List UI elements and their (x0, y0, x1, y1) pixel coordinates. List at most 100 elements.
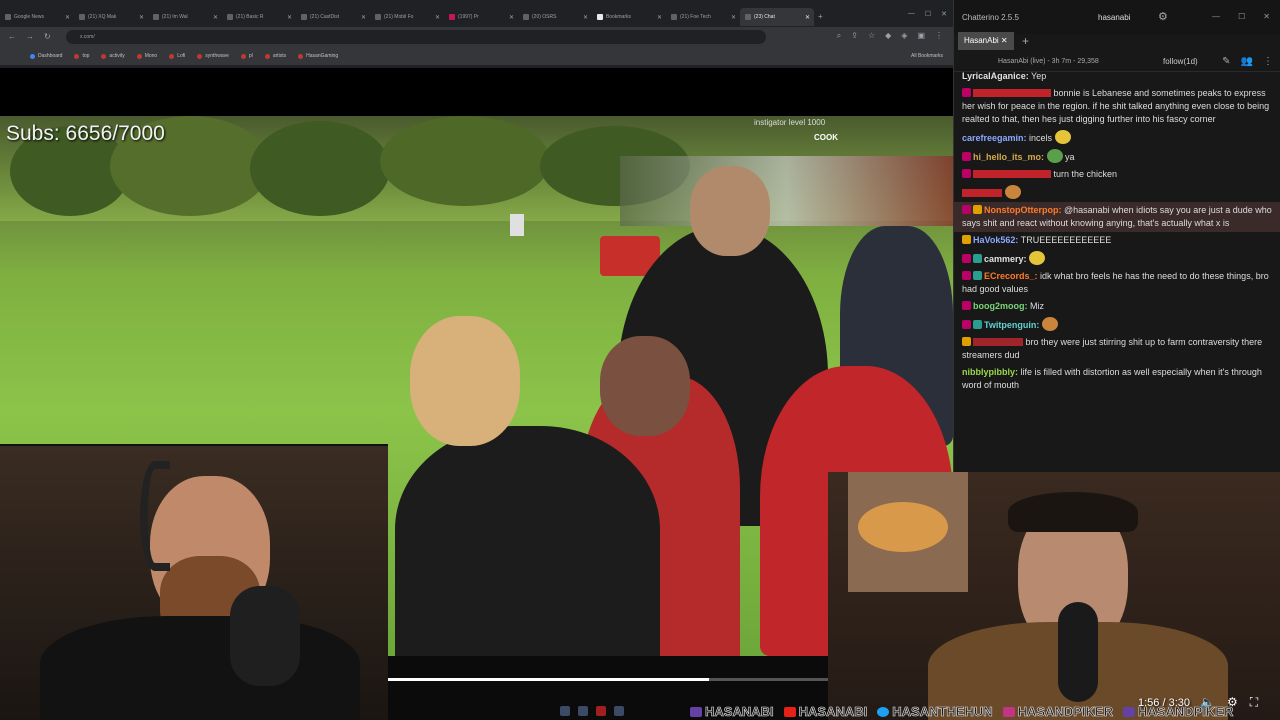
bookmark-item[interactable]: pl (240, 53, 253, 59)
settings-icon[interactable]: ⚙ (1227, 695, 1238, 710)
socials-overlay: HASANABI HASANABI HASANTHEHUN HASANDPIKE… (690, 703, 1280, 720)
chat-current-user[interactable]: hasanabi (1098, 13, 1130, 22)
chat-username[interactable] (962, 189, 1002, 197)
bookmark-item[interactable]: Dashboard (30, 53, 62, 59)
chat-username[interactable]: HaVok562: (973, 235, 1018, 245)
chat-username[interactable] (973, 89, 1051, 97)
browser-tab[interactable]: (20) OSRS ✕ (518, 8, 592, 26)
headphones-icon (140, 461, 170, 571)
volume-icon[interactable]: 🔈 (1200, 695, 1215, 710)
extension-icon[interactable]: ◆ (885, 31, 891, 41)
browser-tab[interactable]: Google News ✕ (0, 8, 74, 26)
close-icon[interactable]: ✕ (139, 14, 144, 21)
browser-tab-active[interactable]: (23) Chat ✕ (740, 8, 814, 26)
back-icon[interactable]: ← (8, 32, 16, 41)
taskbar-app-icon[interactable] (614, 706, 624, 716)
chat-username[interactable]: nibblypibbly: (962, 367, 1018, 377)
bookmark-item[interactable]: activity (101, 53, 125, 59)
chat-message: carefreegamin: incels (962, 128, 1275, 147)
chat-username[interactable]: hi_hello_its_mo: (973, 152, 1044, 162)
menu-icon[interactable]: ⋮ (935, 31, 943, 41)
close-icon[interactable]: ✕ (657, 14, 662, 21)
new-tab-button[interactable]: + (814, 8, 823, 26)
chat-username[interactable]: LyricalAganice: (962, 72, 1029, 81)
streamer-shirt (40, 616, 360, 720)
chat-username[interactable]: boog2moog: (973, 301, 1028, 311)
menu-icon[interactable]: ⋮ (1263, 56, 1273, 67)
close-icon[interactable]: ✕ (213, 14, 218, 21)
browser-tab[interactable]: (21) Foe Tech ✕ (666, 8, 740, 26)
star-icon[interactable]: ☆ (868, 31, 875, 41)
users-icon[interactable]: 👥 (1241, 56, 1253, 67)
emote-icon (1041, 317, 1058, 331)
minimize-icon[interactable]: — (908, 10, 915, 18)
close-icon[interactable]: ✕ (941, 10, 947, 18)
add-tab-icon[interactable]: + (1022, 34, 1029, 48)
taskbar-app-icon[interactable] (596, 706, 606, 716)
microphone-icon (1058, 602, 1098, 702)
browser-tab[interactable]: (21) Basic R ✕ (222, 8, 296, 26)
person-blonde-head (410, 316, 520, 446)
maximize-icon[interactable]: ☐ (925, 10, 931, 18)
close-icon[interactable]: ✕ (509, 14, 514, 21)
prime-badge-icon (973, 320, 982, 329)
chat-tab[interactable]: HasanAbi ✕ (958, 32, 1014, 50)
close-icon[interactable]: ✕ (361, 14, 366, 21)
browser-tab[interactable]: Bookmarks ✕ (592, 8, 666, 26)
all-bookmarks-link[interactable]: All Bookmarks (911, 53, 943, 59)
bookmark-item[interactable]: synthwave (197, 53, 229, 59)
fullscreen-icon[interactable]: ⛶ (1250, 695, 1258, 710)
browser-tab[interactable]: (21) Im Wal ✕ (148, 8, 222, 26)
browser-tabstrip: Google News ✕ (21) XQ Mak ✕ (21) Im Wal ✕ (… (0, 8, 953, 26)
chat-message (962, 183, 1275, 202)
bookmark-icon (169, 53, 175, 59)
close-icon[interactable]: ✕ (731, 14, 736, 21)
chat-username[interactable]: Twitpenguin: (984, 320, 1039, 330)
window-controls: — ☐ ✕ (908, 10, 947, 18)
extension-icon[interactable]: ◈ (901, 31, 907, 41)
bookmark-icon (74, 53, 80, 59)
chat-message: HaVok562: TRUEEEEEEEEEEEE (962, 232, 1275, 249)
chat-username[interactable]: cammery: (984, 254, 1027, 264)
chat-window-controls: — ☐ ✕ (1212, 12, 1270, 21)
close-icon[interactable]: ✕ (65, 14, 70, 21)
taskbar-app-icon[interactable] (560, 706, 570, 716)
settings-icon[interactable]: ⚙ (1158, 10, 1168, 23)
video-progress-bar[interactable] (388, 678, 828, 681)
reload-icon[interactable]: ↻ (44, 32, 51, 41)
chat-username[interactable] (973, 338, 1023, 346)
browser-tab[interactable]: (21) CastDist ✕ (296, 8, 370, 26)
extensions-icon[interactable]: ▣ (917, 31, 925, 41)
browser-tab[interactable]: (21) XQ Mak ✕ (74, 8, 148, 26)
chat-app-title: Chatterino 2.5.5 (962, 13, 1019, 22)
chat-username[interactable]: NonstopOtterpop: (984, 205, 1061, 215)
chat-messages: LyricalAganice: Yep bonnie is Lebanese a… (954, 72, 1280, 472)
bookmark-item[interactable]: top (74, 53, 89, 59)
close-icon[interactable]: ✕ (1263, 12, 1270, 21)
browser-tab[interactable]: (1997) Pr ✕ (444, 8, 518, 26)
minimize-icon[interactable]: — (1212, 12, 1220, 21)
edit-icon[interactable]: ✎ (1222, 56, 1230, 67)
address-bar[interactable]: x.com/ (66, 30, 766, 44)
forward-icon[interactable]: → (26, 32, 34, 41)
chat-username[interactable] (973, 170, 1051, 178)
chat-username[interactable]: ECrecords_: (984, 271, 1038, 281)
chat-text: incels (1029, 133, 1053, 143)
bookmark-item[interactable]: artists (264, 53, 286, 59)
bookmark-item[interactable]: HasanGaming (298, 53, 338, 59)
bookmark-item[interactable]: Lofi (169, 53, 185, 59)
zoom-icon[interactable]: ⌕ (837, 31, 841, 41)
chat-username[interactable]: carefreegamin: (962, 133, 1027, 143)
maximize-icon[interactable]: ☐ (1238, 12, 1245, 21)
microphone-icon (230, 586, 300, 686)
close-icon[interactable]: ✕ (435, 14, 440, 21)
close-icon[interactable]: ✕ (583, 14, 588, 21)
close-icon[interactable]: ✕ (805, 14, 810, 21)
close-icon[interactable]: ✕ (287, 14, 292, 21)
browser-tab[interactable]: (21) Mobil Fo ✕ (370, 8, 444, 26)
share-icon[interactable]: ⇪ (851, 31, 858, 41)
bookmark-item[interactable]: Mono (136, 53, 157, 59)
video-control-icons: 🔈 ⚙ ⛶ (1200, 695, 1258, 710)
taskbar-app-icon[interactable] (578, 706, 588, 716)
close-icon[interactable]: ✕ (1001, 36, 1008, 45)
